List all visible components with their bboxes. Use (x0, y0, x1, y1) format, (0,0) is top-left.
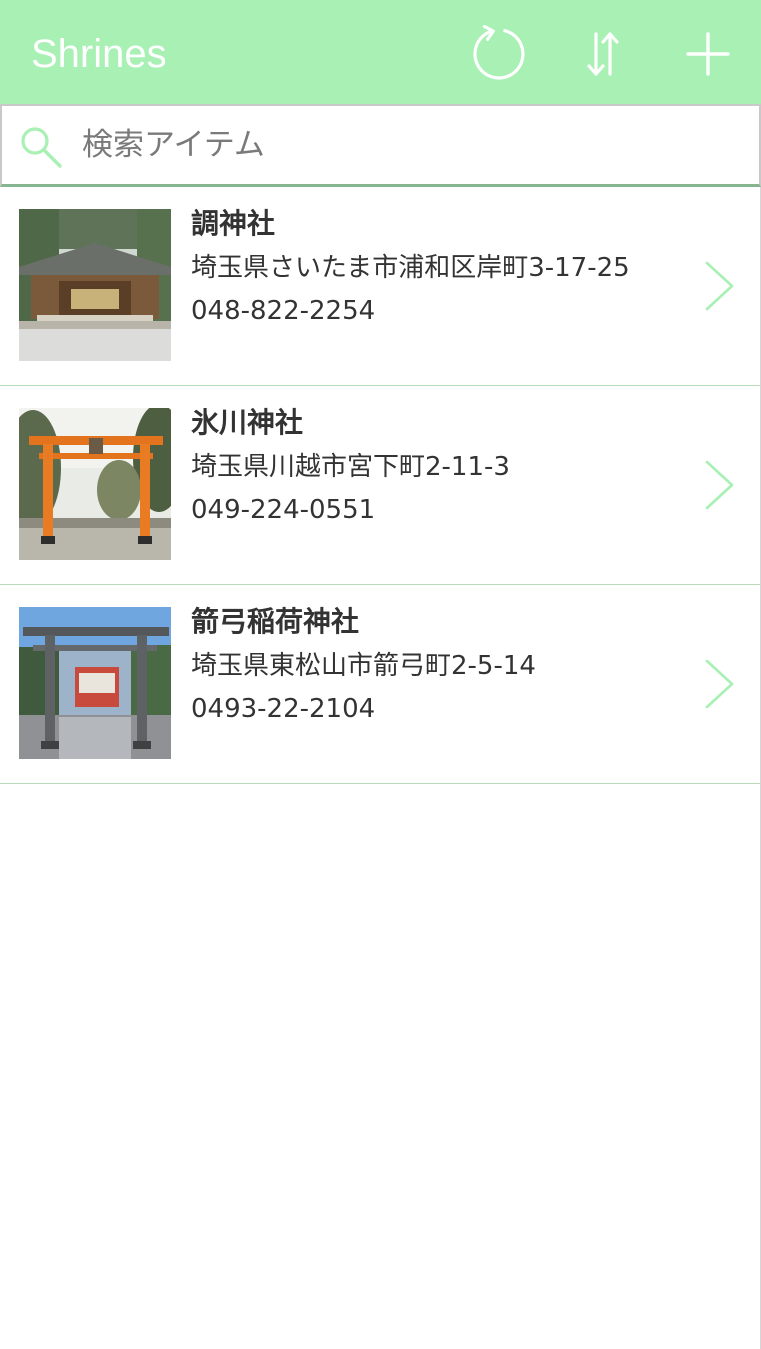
search-input[interactable] (82, 120, 742, 170)
shrine-name: 氷川神社 (191, 406, 304, 439)
shrine-thumbnail (19, 408, 171, 560)
sort-icon (587, 32, 619, 76)
shrine-name: 調神社 (191, 207, 276, 240)
shrine-address: 埼玉県川越市宮下町2-11-3 (191, 452, 510, 482)
title-bar: Shrines (0, 0, 761, 104)
shrine-phone: 049-224-0551 (191, 495, 376, 525)
add-button[interactable] (676, 22, 740, 86)
page-title: Shrines (31, 32, 167, 76)
shrine-phone: 048-822-2254 (191, 296, 376, 326)
shrine-hall-photo (19, 209, 171, 361)
chevron-right-icon (705, 659, 734, 709)
reload-button[interactable] (467, 22, 531, 86)
sort-button[interactable] (570, 22, 634, 86)
chevron-right-icon (705, 261, 734, 311)
chevron-right-icon (705, 460, 734, 510)
search-icon (21, 127, 62, 168)
shrine-thumbnail (19, 209, 171, 361)
search-bar (0, 104, 761, 187)
reload-icon (473, 24, 525, 80)
stone-torii-photo (19, 607, 171, 759)
orange-torii-photo (19, 408, 171, 560)
shrine-list: 調神社 埼玉県さいたま市浦和区岸町3-17-25 048-822-2254 氷川… (0, 187, 760, 784)
shrine-thumbnail (19, 607, 171, 759)
shrine-address: 埼玉県東松山市箭弓町2-5-14 (191, 651, 536, 681)
shrine-address: 埼玉県さいたま市浦和区岸町3-17-25 (191, 253, 630, 283)
list-item[interactable]: 箭弓稲荷神社 埼玉県東松山市箭弓町2-5-14 0493-22-2104 (0, 585, 760, 784)
list-item[interactable]: 調神社 埼玉県さいたま市浦和区岸町3-17-25 048-822-2254 (0, 187, 760, 386)
list-item[interactable]: 氷川神社 埼玉県川越市宮下町2-11-3 049-224-0551 (0, 386, 760, 585)
shrine-name: 箭弓稲荷神社 (191, 605, 360, 638)
add-icon (686, 32, 730, 76)
shrine-phone: 0493-22-2104 (191, 694, 376, 724)
app-screen: Shrines 検索アイテム 調神社 埼玉県さいたま市浦和区岸町3-17-25 … (0, 0, 761, 1349)
